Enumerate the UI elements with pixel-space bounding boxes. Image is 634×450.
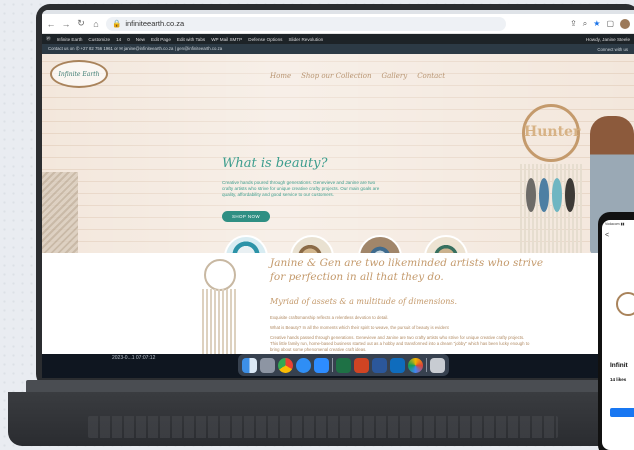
- phone-screen: Vodacom ▮▮ < Infinit 14 likes: [602, 220, 634, 450]
- feather-blue: [539, 178, 549, 212]
- logo-text: Infinite Earth: [58, 70, 100, 78]
- connect-text: Connect with us: [597, 46, 628, 52]
- browser-window: ← → ↻ ⌂ 🔒 infiniteearth.co.za ⇪ ⌕ ★ ▢ Ⓦ …: [42, 10, 634, 378]
- nav-contact[interactable]: Contact: [417, 72, 445, 80]
- word-icon[interactable]: [372, 357, 387, 373]
- outlook-icon[interactable]: [390, 357, 405, 373]
- macos-dock: [238, 354, 449, 376]
- address-bar[interactable]: 🔒 infiniteearth.co.za: [106, 16, 506, 31]
- excel-icon[interactable]: [336, 357, 351, 373]
- rope-decoration: [42, 172, 78, 254]
- main-nav: Home Shop our Collection Gallery Contact: [270, 72, 445, 80]
- lock-icon: 🔒: [112, 19, 122, 28]
- finder-icon[interactable]: [242, 357, 257, 373]
- about-paragraph-1: Exquisite craftsmanship reflects a relen…: [270, 315, 389, 320]
- forward-icon[interactable]: →: [61, 19, 71, 29]
- desktop-clock: 2023-0...1 07:07:12: [112, 355, 156, 361]
- laptop-base: [0, 380, 634, 450]
- contact-info-bar: Contact us on ✆ +27 82 756 1961 or ✉ jan…: [42, 44, 634, 54]
- phone-status-bar: Vodacom ▮▮: [605, 222, 625, 226]
- about-paragraph-2: What is Beauty? In all the moments which…: [270, 325, 449, 330]
- wp-item-smtp[interactable]: WP Mail SMTP: [211, 37, 242, 42]
- hero-body: Creative hands poured through generation…: [222, 180, 380, 197]
- back-icon[interactable]: ←: [46, 19, 56, 29]
- hero-title: What is beauty?: [222, 156, 328, 171]
- phone-page-logo: [616, 292, 634, 316]
- about-subheading: Myriad of assets & a multitude of dimens…: [270, 297, 457, 306]
- phone-back-icon[interactable]: <: [602, 228, 634, 239]
- powerpoint-icon[interactable]: [354, 357, 369, 373]
- nav-gallery[interactable]: Gallery: [382, 72, 408, 80]
- profile-avatar[interactable]: [620, 18, 630, 29]
- wp-item-updates[interactable]: 14: [116, 37, 121, 42]
- reload-icon[interactable]: ↻: [76, 18, 86, 29]
- site-logo[interactable]: Infinite Earth: [50, 60, 108, 88]
- dock-separator-2: [426, 358, 427, 372]
- wp-logo-icon[interactable]: Ⓦ: [46, 36, 51, 42]
- wp-admin-bar: Ⓦ Infinite Earth Customize 14 0 New Edit…: [42, 34, 634, 44]
- extensions-icon[interactable]: ▢: [606, 19, 614, 28]
- about-heading: Janine & Gen are two likeminded artists …: [270, 257, 544, 283]
- shop-now-button[interactable]: SHOP NOW: [222, 211, 270, 222]
- hero-section: Infinite Earth Home Shop our Collection …: [42, 54, 634, 279]
- trash-icon[interactable]: [430, 357, 445, 373]
- chrome-icon[interactable]: [278, 357, 293, 373]
- contact-text: Contact us on ✆ +27 82 756 1961 or ✉ jan…: [48, 46, 223, 51]
- phone-likes: 14 likes: [610, 377, 627, 382]
- wp-item-slider[interactable]: Slider Revolution: [288, 37, 323, 42]
- phone-mockup: Vodacom ▮▮ < Infinit 14 likes: [598, 212, 634, 450]
- share-icon[interactable]: ⇪: [570, 19, 577, 28]
- wp-item-site[interactable]: Infinite Earth: [57, 37, 83, 42]
- wp-item-defense[interactable]: Defense Options: [248, 37, 282, 42]
- zoom-icon[interactable]: ⌕: [583, 19, 587, 29]
- bookmark-star-icon[interactable]: ★: [593, 19, 600, 28]
- photos-icon[interactable]: [408, 357, 423, 373]
- wp-item-edit-tabs[interactable]: Edit with Tabs: [177, 37, 205, 42]
- wp-item-new[interactable]: New: [136, 37, 145, 42]
- zoom-app-icon[interactable]: [314, 357, 329, 373]
- feather-teal: [552, 178, 562, 212]
- safari-icon[interactable]: [296, 357, 311, 373]
- hunter-sign: Hunter: [524, 124, 581, 140]
- phone-page-title: Infinit: [610, 362, 628, 369]
- nav-home[interactable]: Home: [270, 72, 291, 80]
- keyboard: [88, 416, 558, 438]
- dock-separator: [332, 358, 333, 372]
- wp-item-comments[interactable]: 0: [127, 37, 130, 42]
- wp-item-edit-page[interactable]: Edit Page: [151, 37, 171, 42]
- home-icon[interactable]: ⌂: [91, 19, 101, 29]
- phone-action-button[interactable]: [610, 408, 634, 417]
- nav-shop[interactable]: Shop our Collection: [301, 72, 371, 80]
- wp-item-customize[interactable]: Customize: [88, 37, 110, 42]
- feather-grey: [526, 178, 536, 212]
- about-paragraph-3: Creative hands passed through generation…: [270, 335, 530, 352]
- wp-greeting[interactable]: Howdy, Janine Steele: [586, 37, 630, 42]
- launchpad-icon[interactable]: [260, 357, 275, 373]
- browser-toolbar: ← → ↻ ⌂ 🔒 infiniteearth.co.za ⇪ ⌕ ★ ▢: [42, 14, 634, 34]
- feather-dark: [565, 178, 575, 212]
- url-text: infiniteearth.co.za: [125, 19, 185, 28]
